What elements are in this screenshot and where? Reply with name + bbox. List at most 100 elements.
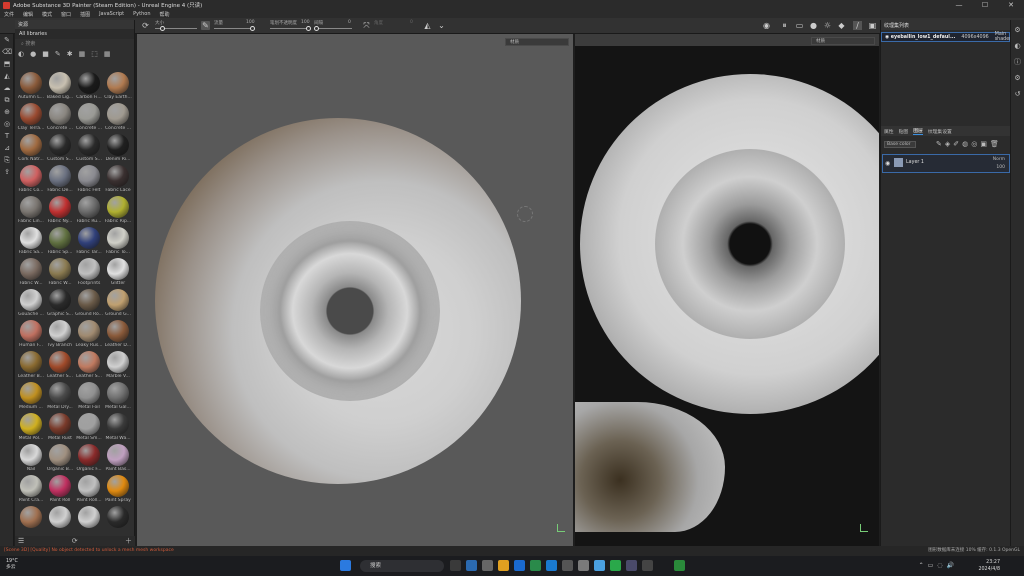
- asset-item[interactable]: Fabric Tar...: [75, 227, 103, 258]
- layer-blend-mode[interactable]: Norm: [993, 157, 1005, 162]
- asset-item[interactable]: Marble V...: [104, 351, 132, 382]
- asset-item[interactable]: Fabric Lace: [104, 165, 132, 196]
- asset-item[interactable]: Fabric Sa...: [17, 227, 45, 258]
- asset-item[interactable]: Denim Ri...: [104, 134, 132, 165]
- texture-set-row[interactable]: ◉ eyeballin_low1_defaul... 4096x4096 Mai…: [881, 32, 1011, 42]
- stroke-opacity-knob[interactable]: [306, 26, 311, 31]
- other-app-icon[interactable]: [642, 560, 653, 571]
- library-selector[interactable]: All libraries: [15, 29, 134, 39]
- task-view-icon[interactable]: [450, 560, 461, 571]
- asset-item[interactable]: Concrete ...: [104, 103, 132, 134]
- refresh-icon[interactable]: ⟳: [72, 537, 78, 545]
- grid-view-icon[interactable]: ▦: [104, 50, 111, 58]
- stroke-opacity-slider[interactable]: [270, 26, 311, 31]
- menu-window[interactable]: 窗口: [61, 11, 71, 18]
- bake-icon[interactable]: ●: [809, 21, 818, 30]
- chrome-app-icon[interactable]: [594, 560, 605, 571]
- download-app-icon[interactable]: [546, 560, 557, 571]
- smart-materials-filter-icon[interactable]: ●: [30, 50, 36, 58]
- asset-item[interactable]: Paint Bas...: [104, 444, 132, 475]
- info-icon[interactable]: ⓘ: [1011, 56, 1024, 68]
- wechat-app-icon[interactable]: [610, 560, 621, 571]
- measure-tool-icon[interactable]: ⊿: [0, 142, 14, 154]
- explorer-app-icon[interactable]: [482, 560, 493, 571]
- brushes-filter-icon[interactable]: ✎: [55, 50, 61, 58]
- asset-item[interactable]: Custom S...: [75, 134, 103, 165]
- size-slider-knob[interactable]: [160, 26, 166, 31]
- asset-item[interactable]: Cork Natr...: [17, 134, 45, 165]
- render-icon[interactable]: ▣: [868, 21, 877, 30]
- asset-item[interactable]: Fabric W...: [17, 258, 45, 289]
- settings-icon[interactable]: ⚙: [1011, 24, 1024, 36]
- asset-item[interactable]: Leather D...: [104, 320, 132, 351]
- environment-filter-icon[interactable]: ⬚: [91, 50, 98, 58]
- asset-item[interactable]: Paint Cra...: [17, 475, 45, 506]
- asset-item[interactable]: Custom S...: [46, 134, 74, 165]
- asset-item[interactable]: [75, 506, 103, 537]
- camera-icon[interactable]: ◉: [762, 21, 771, 30]
- particles-filter-icon[interactable]: ✱: [67, 50, 73, 58]
- asset-item[interactable]: Fabric Ru...: [75, 196, 103, 227]
- viewport-2d[interactable]: 材质: [575, 34, 879, 546]
- menu-file[interactable]: 文件: [4, 11, 14, 18]
- text-tool-icon[interactable]: T: [0, 130, 14, 142]
- asset-item[interactable]: Autumn L...: [17, 72, 45, 103]
- material-picker-icon[interactable]: ◎: [0, 118, 14, 130]
- widget-app-icon[interactable]: [466, 560, 477, 571]
- asset-item[interactable]: Fabric Ny...: [46, 196, 74, 227]
- asset-item[interactable]: Leather S...: [46, 351, 74, 382]
- asset-item[interactable]: Metal Pol...: [17, 413, 45, 444]
- close-button[interactable]: ✕: [998, 0, 1024, 10]
- folder-app-icon[interactable]: [498, 560, 509, 571]
- viewport-3d-mode-select[interactable]: 材质: [505, 38, 569, 46]
- tab-maps[interactable]: 贴图: [899, 128, 909, 135]
- asset-item[interactable]: Paint Roll...: [75, 475, 103, 506]
- monitor-icon[interactable]: ▭: [795, 21, 804, 30]
- eyeball-mesh[interactable]: [155, 118, 521, 484]
- asset-item[interactable]: Organic B...: [46, 444, 74, 475]
- sun-icon[interactable]: ☼: [823, 21, 832, 30]
- asset-item[interactable]: Baked Lig...: [46, 72, 74, 103]
- layer-action-icons[interactable]: ✎◈✐◍◎▣🗑: [936, 140, 1002, 148]
- asset-item[interactable]: Graphic S...: [46, 289, 74, 320]
- unreal-app-icon[interactable]: [578, 560, 589, 571]
- link-icon[interactable]: ⟳: [141, 21, 150, 30]
- asset-item[interactable]: Fabric Felt: [75, 165, 103, 196]
- menu-plugins[interactable]: 插图: [80, 11, 90, 18]
- add-asset-icon[interactable]: ＋: [125, 536, 132, 546]
- asset-item[interactable]: Leather S...: [75, 351, 103, 382]
- asset-item[interactable]: Metal Sm...: [75, 413, 103, 444]
- bake-tool-icon[interactable]: ⎘: [0, 154, 14, 166]
- size-slider[interactable]: [155, 26, 197, 31]
- painter-app-icon[interactable]: [530, 560, 541, 571]
- viewport-2d-mode-select[interactable]: 材质: [811, 37, 875, 45]
- asset-item[interactable]: Gouache ...: [17, 289, 45, 320]
- minimize-button[interactable]: —: [946, 0, 972, 10]
- eraser-tool-icon[interactable]: ⌫: [0, 46, 14, 58]
- tab-properties[interactable]: 属性: [884, 128, 894, 135]
- store-app-icon[interactable]: [626, 560, 637, 571]
- asset-item[interactable]: Human F...: [17, 320, 45, 351]
- materials-filter-icon[interactable]: ◐: [18, 50, 24, 58]
- asset-item[interactable]: Organic F...: [75, 444, 103, 475]
- asset-item[interactable]: Ivy Branch: [46, 320, 74, 351]
- asset-item[interactable]: Metal Rust: [46, 413, 74, 444]
- shader-settings-icon[interactable]: ⚙: [1011, 72, 1024, 84]
- asset-item[interactable]: Fabric Co...: [17, 165, 45, 196]
- weather-widget[interactable]: 19°C 多云: [6, 559, 18, 571]
- symmetry-icon[interactable]: ◭: [423, 21, 432, 30]
- dropper-icon[interactable]: ◆: [837, 21, 846, 30]
- asset-item[interactable]: [17, 506, 45, 537]
- export-tool-icon[interactable]: ⇪: [0, 166, 14, 178]
- asset-item[interactable]: Metal Gal...: [104, 382, 132, 413]
- asset-item[interactable]: Footprints: [75, 258, 103, 289]
- asset-item[interactable]: [46, 506, 74, 537]
- asset-item[interactable]: Clay Earth...: [104, 72, 132, 103]
- asset-item[interactable]: Paint Roll: [46, 475, 74, 506]
- painter-active-icon[interactable]: [674, 560, 685, 571]
- clone-tool-icon[interactable]: ⧉: [0, 94, 14, 106]
- asset-item[interactable]: [104, 506, 132, 537]
- asset-item[interactable]: Fabric Lin...: [17, 196, 45, 227]
- asset-item[interactable]: Metal Dry...: [46, 382, 74, 413]
- start-icon[interactable]: [340, 560, 351, 571]
